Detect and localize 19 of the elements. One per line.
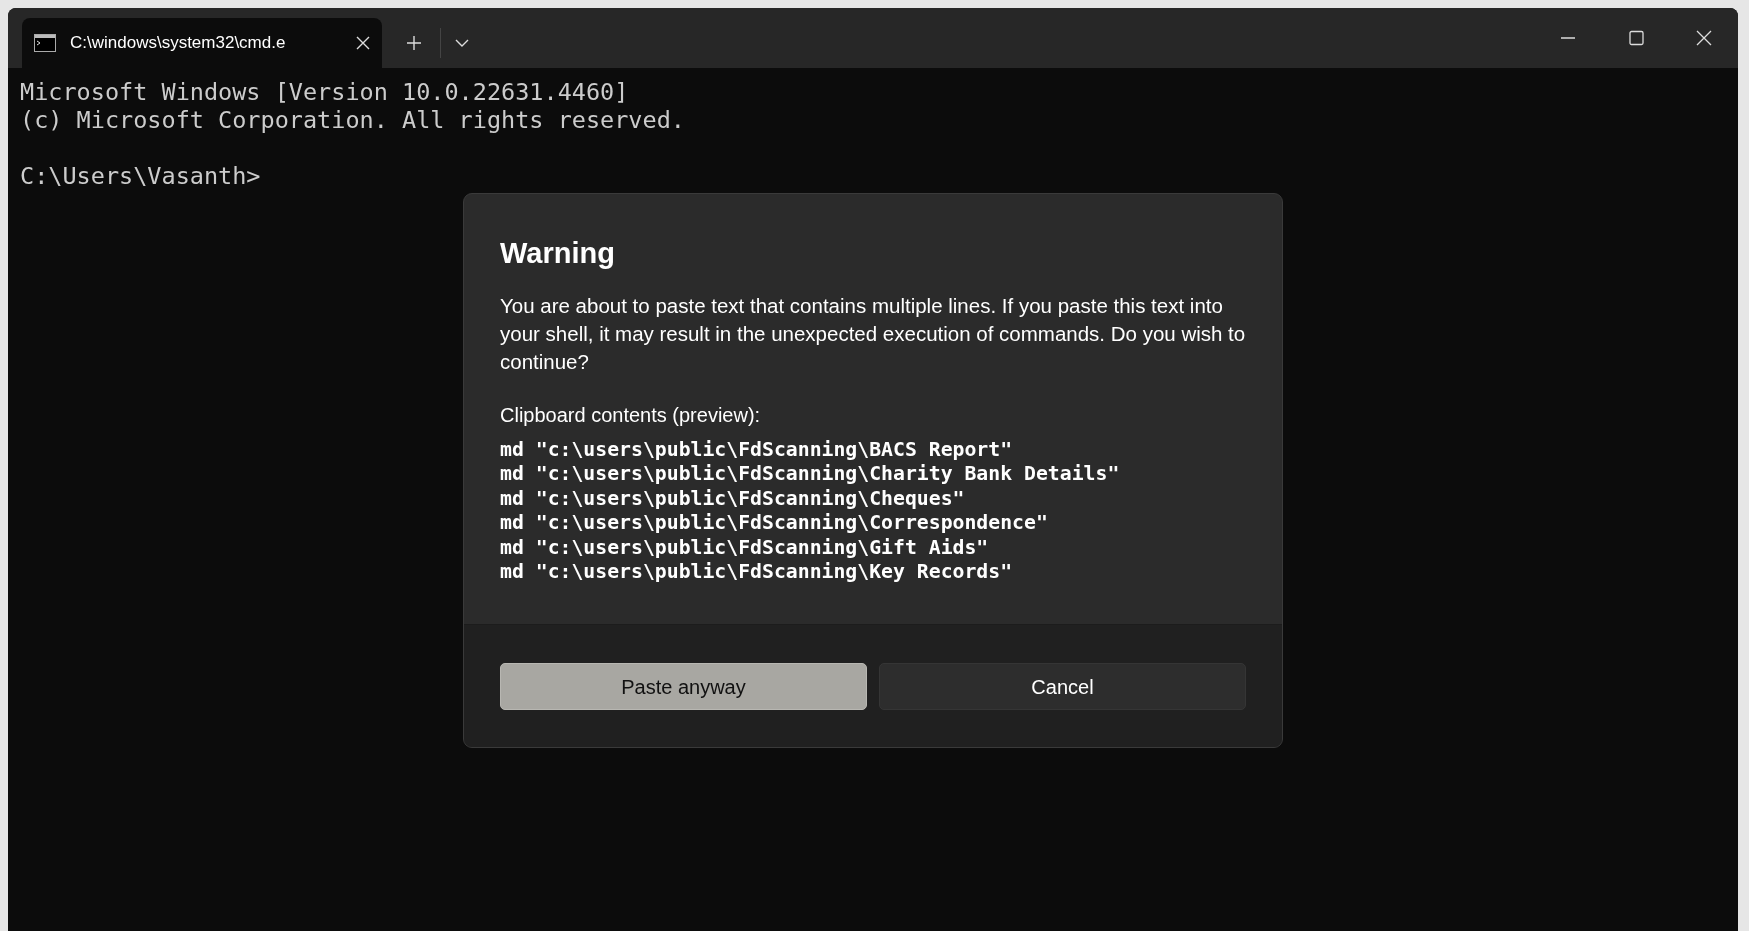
preview-line: md "c:\users\public\FdScanning\Gift Aids": [500, 535, 990, 560]
close-icon[interactable]: [1695, 30, 1713, 46]
terminal-line: (c) Microsoft Corporation. All rights reserved.: [20, 106, 686, 134]
maximize-icon[interactable]: [1627, 30, 1645, 46]
console-icon: [34, 34, 56, 52]
terminal-line: Microsoft Windows [Version 10.0.22631.4460]: [20, 78, 630, 106]
secondary-button[interactable]: Cancel: [879, 663, 1246, 710]
close-icon[interactable]: [356, 36, 370, 50]
preview-label: Clipboard contents (preview):: [500, 402, 762, 428]
dialog-title: Warning: [500, 236, 616, 271]
preview-line: md "c:\users\public\FdScanning\BACS Report": [500, 437, 1014, 462]
warning-message: You are about to paste text that contains multiple lines. If you paste this text into your shell, it may result in the unexpected execution of commands. Do you wish to continue?: [500, 292, 1246, 375]
preview-line: md "c:\users\public\FdScanning\Cheques": [500, 486, 966, 511]
tab[interactable]: C:\windows\system32\cmd.e: [22, 18, 382, 68]
preview-line: md "c:\users\public\FdScanning\Charity Bank Details": [500, 462, 1121, 487]
preview-line: md "c:\users\public\FdScanning\Correspondence": [500, 511, 1049, 536]
command-prompt: C:\Users\Vasanth>: [20, 162, 262, 190]
primary-button[interactable]: Paste anyway: [500, 663, 867, 710]
preview-line: md "c:\users\public\FdScanning\Key Records": [500, 560, 1014, 585]
